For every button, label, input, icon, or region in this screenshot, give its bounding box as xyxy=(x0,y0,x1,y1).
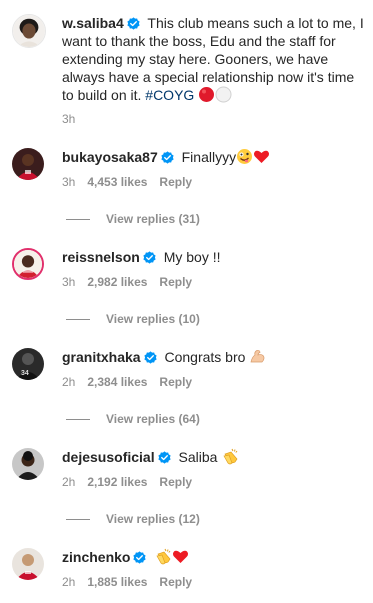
view-replies-button[interactable]: View replies (10) xyxy=(66,312,200,326)
reply-button[interactable]: Reply xyxy=(159,475,192,489)
verified-badge-icon xyxy=(144,351,157,364)
divider-line xyxy=(66,518,90,520)
comment-text: Finallyyy xyxy=(181,149,237,165)
comment-time: 2h xyxy=(62,475,76,489)
comment-username[interactable]: dejesusoficial xyxy=(62,449,155,465)
post-caption: w.saliba4 This club means such a lot to … xyxy=(12,14,368,126)
reply-button[interactable]: Reply xyxy=(159,275,192,289)
comment-username[interactable]: reissnelson xyxy=(62,249,140,265)
comment-likes[interactable]: 2,982 likes xyxy=(87,275,147,289)
red-heart-icon xyxy=(253,148,270,165)
divider-line xyxy=(66,418,90,420)
comment-item: bukayosaka87 Finallyyy 3h 4,453 likes Re… xyxy=(12,148,368,189)
avatar[interactable] xyxy=(12,14,46,48)
hashtag-link[interactable]: #COYG xyxy=(145,87,194,103)
reply-button[interactable]: Reply xyxy=(159,575,192,589)
caption-username[interactable]: w.saliba4 xyxy=(62,15,124,31)
comment-text: My boy !! xyxy=(163,249,221,265)
comment-likes[interactable]: 4,453 likes xyxy=(87,175,147,189)
comment-item: reissnelson My boy !! 3h 2,982 likes Rep… xyxy=(12,248,368,289)
caption-text: w.saliba4 This club means such a lot to … xyxy=(62,14,368,104)
verified-badge-icon xyxy=(161,151,174,164)
white-circle-icon xyxy=(215,86,232,103)
comment-likes[interactable]: 1,885 likes xyxy=(87,575,147,589)
comment-item: dejesusoficial Saliba 2h 2,192 likes Rep… xyxy=(12,448,368,489)
divider-line xyxy=(66,218,90,220)
verified-badge-icon xyxy=(143,251,156,264)
avatar[interactable] xyxy=(12,148,44,180)
divider-line xyxy=(66,318,90,320)
caption-timestamp: 3h xyxy=(62,112,76,126)
avatar[interactable] xyxy=(12,448,44,480)
comment-username[interactable]: bukayosaka87 xyxy=(62,149,158,165)
avatar[interactable] xyxy=(12,248,44,280)
comment-text: Congrats bro xyxy=(164,349,246,365)
avatar[interactable]: 34 xyxy=(12,348,44,380)
verified-badge-icon xyxy=(127,17,140,30)
comment-item: 34 granitxhaka Congrats bro 2h 2,384 lik… xyxy=(12,348,368,389)
view-replies-button[interactable]: View replies (31) xyxy=(66,212,200,226)
comment-username[interactable]: zinchenko xyxy=(62,549,130,565)
svg-text:34: 34 xyxy=(21,370,29,377)
clapping-hands-icon xyxy=(221,448,239,465)
comment-time: 2h xyxy=(62,375,76,389)
view-replies-label: View replies (10) xyxy=(106,312,200,326)
clapping-hands-icon xyxy=(154,548,172,565)
red-circle-icon xyxy=(198,86,215,103)
zany-face-icon xyxy=(236,148,253,165)
flexed-biceps-icon xyxy=(249,348,266,365)
view-replies-label: View replies (64) xyxy=(106,412,200,426)
view-replies-label: View replies (31) xyxy=(106,212,200,226)
view-replies-button[interactable]: View replies (12) xyxy=(66,512,200,526)
comment-time: 2h xyxy=(62,575,76,589)
comment-username[interactable]: granitxhaka xyxy=(62,349,141,365)
verified-badge-icon xyxy=(158,451,171,464)
avatar[interactable] xyxy=(12,548,44,580)
comment-text: Saliba xyxy=(178,449,218,465)
comment-time: 3h xyxy=(62,275,76,289)
view-replies-label: View replies (12) xyxy=(106,512,200,526)
verified-badge-icon xyxy=(133,551,147,564)
comment-likes[interactable]: 2,384 likes xyxy=(87,375,147,389)
reply-button[interactable]: Reply xyxy=(159,375,192,389)
reply-button[interactable]: Reply xyxy=(159,175,192,189)
view-replies-button[interactable]: View replies (64) xyxy=(66,412,200,426)
comment-time: 3h xyxy=(62,175,76,189)
red-heart-icon xyxy=(172,548,189,565)
comment-likes[interactable]: 2,192 likes xyxy=(87,475,147,489)
comment-item: zinchenko 2h 1,885 likes Reply xyxy=(12,548,368,589)
